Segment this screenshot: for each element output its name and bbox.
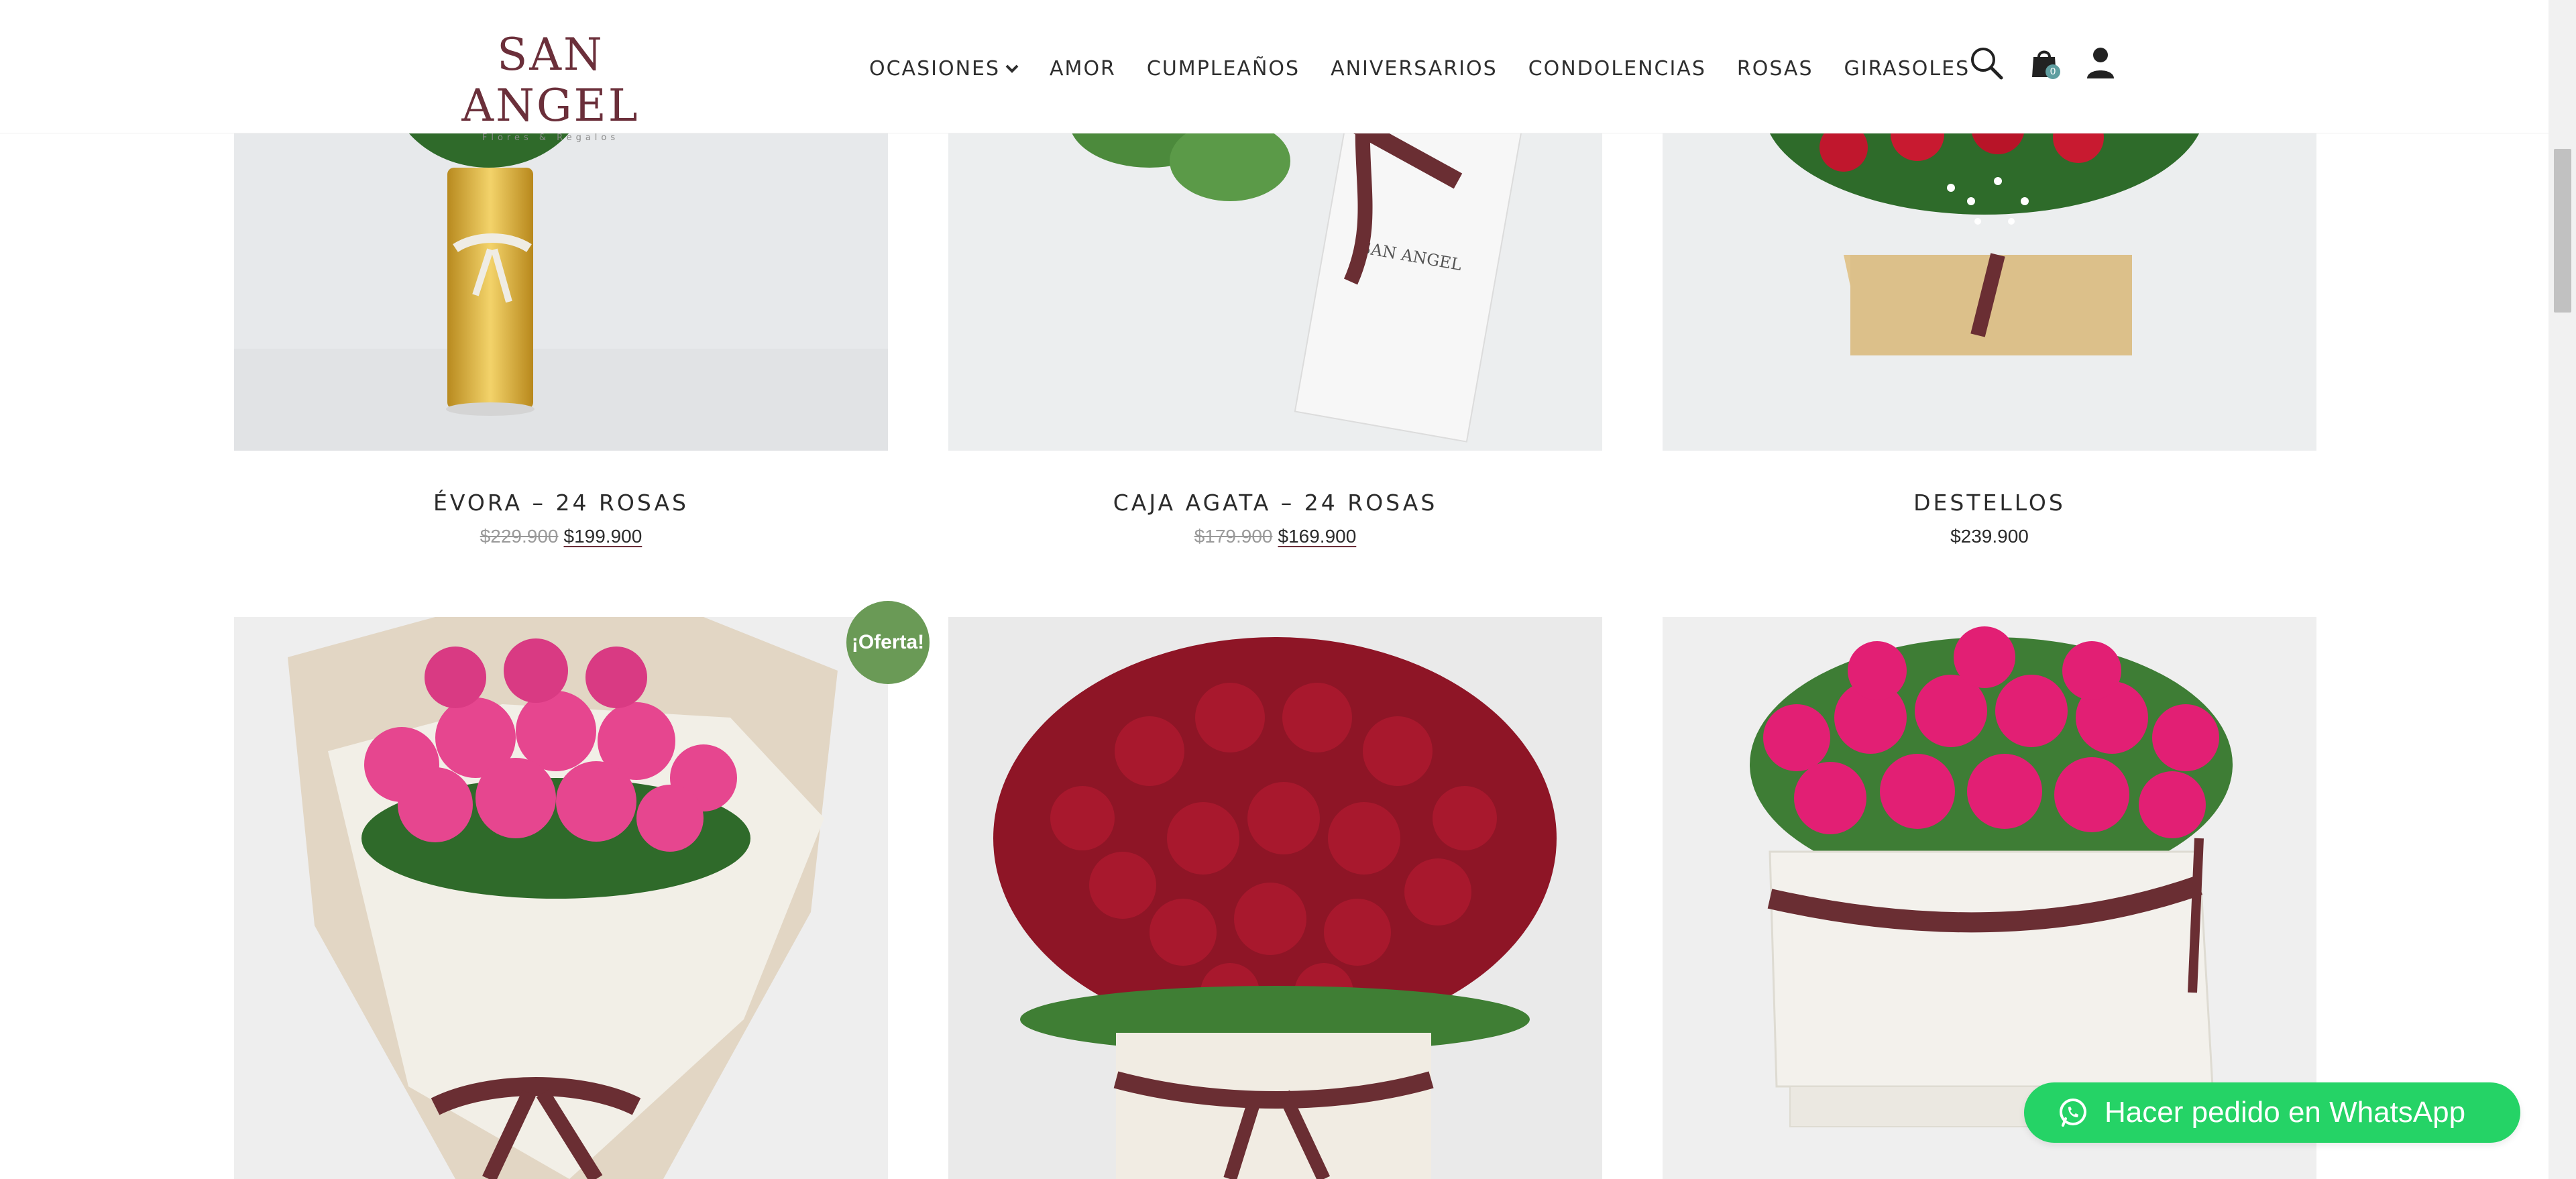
nav-item-cumpleanos[interactable]: CUMPLEAÑOS bbox=[1147, 57, 1300, 80]
whatsapp-icon bbox=[2060, 1099, 2086, 1127]
cart-count-badge: 0 bbox=[2046, 64, 2060, 79]
product-title[interactable]: ÉVORA – 24 ROSAS bbox=[234, 490, 888, 516]
price-new: $169.900 bbox=[1278, 526, 1357, 547]
product-title[interactable]: DESTELLOS bbox=[1663, 490, 2316, 516]
search-icon bbox=[1971, 48, 2003, 80]
nav-item-ocasiones[interactable]: OCASIONES bbox=[869, 57, 1019, 80]
logo-tagline: Flores & Regalos bbox=[482, 133, 620, 143]
scrollbar-thumb[interactable] bbox=[2554, 149, 2571, 313]
page-scrollbar[interactable] bbox=[2549, 0, 2576, 1179]
site-logo[interactable]: SAN ANGEL Flores & Regalos bbox=[425, 30, 677, 144]
nav-item-rosas[interactable]: ROSAS bbox=[1737, 57, 1813, 80]
nav-item-girasoles[interactable]: GIRASOLES bbox=[1844, 57, 1970, 80]
price-old: $179.900 bbox=[1194, 526, 1273, 547]
price: $239.900 bbox=[1950, 526, 2029, 547]
product-card[interactable] bbox=[948, 617, 1602, 1179]
whatsapp-label: Hacer pedido en WhatsApp bbox=[2105, 1096, 2466, 1129]
account-button[interactable] bbox=[2082, 43, 2119, 83]
nav-item-label: OCASIONES bbox=[869, 56, 1001, 80]
whatsapp-order-button[interactable]: Hacer pedido en WhatsApp bbox=[2024, 1082, 2520, 1143]
product-image[interactable] bbox=[948, 617, 1602, 1179]
product-card[interactable] bbox=[234, 617, 888, 1179]
product-price: $239.900 bbox=[1663, 526, 2316, 547]
main-nav: OCASIONES AMOR CUMPLEAÑOS ANIVERSARIOS C… bbox=[869, 54, 1970, 83]
logo-wordmark: SAN ANGEL bbox=[461, 29, 640, 131]
price-new: $199.900 bbox=[563, 526, 642, 547]
chevron-down-icon bbox=[1005, 64, 1019, 73]
nav-item-aniversarios[interactable]: ANIVERSARIOS bbox=[1331, 57, 1498, 80]
product-title[interactable]: CAJA AGATA – 24 ROSAS bbox=[948, 490, 1602, 516]
product-image[interactable] bbox=[234, 617, 888, 1179]
price-old: $229.900 bbox=[480, 526, 559, 547]
sale-badge: ¡Oferta! bbox=[846, 601, 930, 684]
site-header: SAN ANGEL Flores & Regalos OCASIONES AMO… bbox=[0, 0, 2549, 144]
search-button[interactable] bbox=[1966, 43, 2007, 83]
product-price: $229.900 $199.900 bbox=[234, 526, 888, 547]
nav-item-amor[interactable]: AMOR bbox=[1050, 57, 1116, 80]
user-icon bbox=[2087, 48, 2114, 78]
product-price: $179.900 $169.900 bbox=[948, 526, 1602, 547]
nav-item-condolencias[interactable]: CONDOLENCIAS bbox=[1528, 57, 1706, 80]
cart-button[interactable]: 0 bbox=[2025, 43, 2063, 83]
